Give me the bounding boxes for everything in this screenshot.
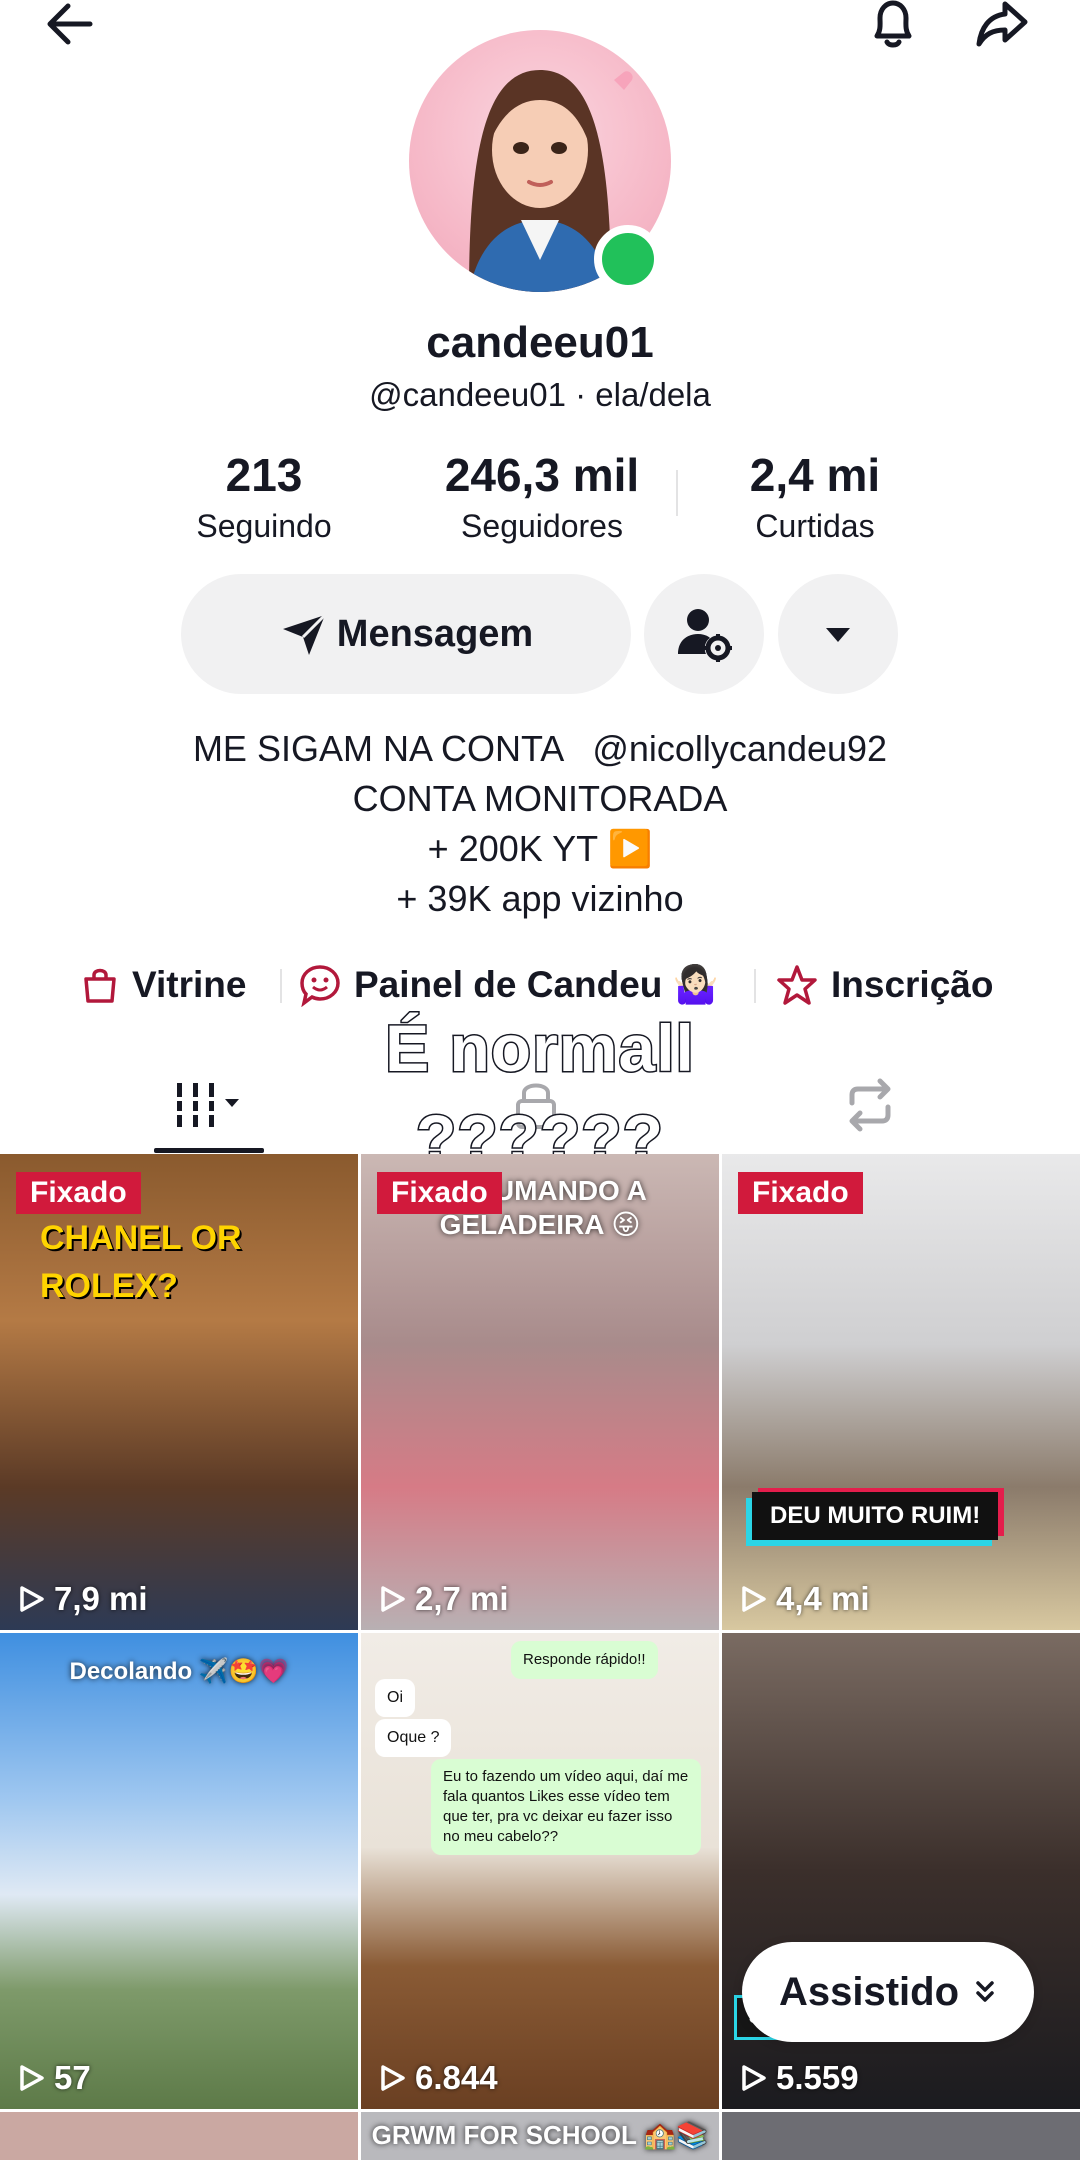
watched-label: Assistido	[778, 1969, 960, 2014]
video-caption: GRWM FOR SCHOOL 🏫📚	[371, 2120, 709, 2150]
showcase-link-label: Vitrine	[132, 964, 247, 1005]
view-count-value: 4,4 mi	[776, 1580, 870, 1617]
video-thumbnail[interactable]: ARRUMANDO A GELADEIRA 😝 Fixado 2,7 mi	[361, 1154, 719, 1630]
video-thumbnail[interactable]: Decolando ✈️🤩💗 57	[0, 1633, 358, 2109]
likes-label: Curtidas	[755, 508, 875, 544]
likes-count: 2,4 mi	[749, 449, 881, 501]
pinned-badge: Fixado	[16, 1172, 141, 1214]
chat-bubble: Responde rápido!!	[511, 1641, 658, 1679]
more-options-dropdown[interactable]	[778, 574, 898, 694]
video-thumbnail[interactable]: Responde rápido!! Oi Oque ? Eu to fazend…	[361, 1633, 719, 2109]
video-thumbnail[interactable]: DEU MUITO RUIM! Fixado 4,4 mi	[722, 1154, 1080, 1630]
profile-handle: @candeeu01 · ela/dela	[369, 376, 711, 413]
stat-following[interactable]: 213 Seguindo	[164, 448, 364, 545]
shopping-bag-icon	[84, 968, 116, 1003]
view-count: 4,4 mi	[738, 1580, 870, 1618]
chat-bubble-smile-icon	[300, 965, 340, 1007]
pinned-badge: Fixado	[377, 1172, 502, 1214]
view-count-value: 6.844	[415, 2059, 498, 2096]
profile-actions: Mensagem	[0, 574, 1080, 696]
play-icon	[742, 2065, 766, 2091]
view-count: 2,7 mi	[377, 1580, 509, 1618]
chat-bubble: Oi	[375, 1679, 415, 1717]
view-count-value: 2,7 mi	[415, 1580, 509, 1617]
share-button[interactable]	[966, 0, 1036, 56]
followers-label: Seguidores	[461, 508, 623, 544]
bio-line: + 200K YT ▶️	[427, 828, 653, 869]
link-divider	[754, 969, 756, 1003]
arrow-left-icon	[47, 3, 93, 45]
friend-settings-button[interactable]	[644, 574, 764, 694]
view-count: 7,9 mi	[16, 1580, 148, 1618]
chat-bubble: Oque ?	[375, 1719, 452, 1757]
stat-likes[interactable]: 2,4 mi Curtidas	[715, 448, 915, 545]
profile-links: Vitrine Painel de Candeu 🤷🏻‍♀️ Inscrição	[0, 955, 1080, 1015]
subscription-link[interactable]: Inscrição	[775, 955, 993, 1015]
video-thumbnail[interactable]: GRWM FOR SCHOOL 🏫📚	[361, 2112, 719, 2160]
play-icon	[742, 1586, 766, 1612]
stat-divider	[676, 470, 678, 516]
view-count-value: 57	[54, 2059, 91, 2096]
back-button[interactable]	[35, 0, 105, 56]
video-caption: DEU MUITO RUIM!	[752, 1492, 999, 1540]
watched-filter-button[interactable]: Assistido	[742, 1942, 1034, 2042]
video-thumbnail[interactable]	[0, 2112, 358, 2160]
video-thumbnail[interactable]: CHANEL OR ROLEX? Fixado 7,9 mi	[0, 1154, 358, 1630]
share-arrow-icon	[976, 1, 1028, 47]
bio-line: + 39K app vizinho	[396, 878, 684, 919]
pinned-badge: Fixado	[738, 1172, 863, 1214]
followers-count: 246,3 mil	[444, 449, 640, 501]
bio-line: CONTA MONITORADA	[352, 778, 728, 819]
view-count-value: 5.559	[776, 2059, 859, 2096]
star-icon	[777, 965, 817, 1005]
caret-down-icon	[826, 628, 850, 642]
following-count: 213	[225, 449, 303, 501]
send-icon	[282, 613, 326, 655]
chat-bubble: Eu to fazendo um vídeo aqui, daí me fala…	[431, 1759, 701, 1855]
video-thumbnail[interactable]	[722, 2112, 1080, 2160]
panel-link[interactable]: Painel de Candeu 🤷🏻‍♀️	[298, 955, 719, 1015]
double-chevron-down-icon	[976, 1981, 994, 2002]
play-icon	[381, 2065, 405, 2091]
link-divider	[280, 969, 282, 1003]
view-count-value: 7,9 mi	[54, 1580, 148, 1617]
view-count: 6.844	[377, 2059, 498, 2097]
video-caption: Decolando ✈️🤩💗	[69, 1658, 289, 1685]
panel-link-label: Painel de Candeu 🤷🏻‍♀️	[354, 963, 719, 1005]
message-button[interactable]: Mensagem	[181, 574, 631, 694]
stat-followers[interactable]: 246,3 mil Seguidores	[412, 448, 672, 545]
profile-display-name: candeeu01	[426, 318, 654, 367]
profile-stats: 213 Seguindo 246,3 mil Seguidores 2,4 mi…	[0, 448, 1080, 548]
bell-icon	[874, 0, 912, 48]
user-settings-icon	[678, 609, 732, 662]
profile-bio: ME SIGAM NA CONTA @nicollycandeu92 CONTA…	[0, 724, 1080, 924]
message-button-label: Mensagem	[336, 612, 534, 655]
view-count: 57	[16, 2059, 91, 2097]
subscription-link-label: Inscrição	[831, 964, 994, 1005]
video-caption: CHANEL OR ROLEX?	[40, 1219, 242, 1305]
following-label: Seguindo	[196, 508, 332, 544]
play-icon	[20, 2065, 44, 2091]
notifications-button[interactable]	[858, 0, 928, 56]
overlay-caption-line: É normall	[384, 1010, 696, 1087]
play-icon	[20, 1586, 44, 1612]
play-icon	[381, 1586, 405, 1612]
view-count: 5.559	[738, 2059, 859, 2097]
online-status-indicator	[594, 225, 662, 293]
bio-line: ME SIGAM NA CONTA @nicollycandeu92	[192, 728, 888, 769]
showcase-link[interactable]: Vitrine	[80, 955, 246, 1015]
